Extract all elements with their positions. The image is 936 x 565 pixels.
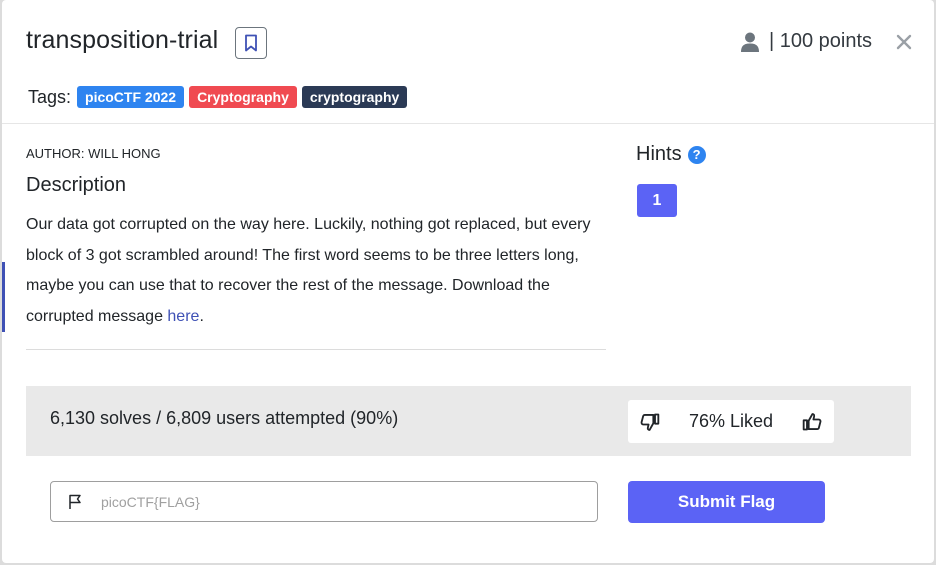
challenge-title: transposition-trial [26,26,219,54]
description-divider [26,349,606,350]
download-link[interactable]: here [167,308,199,325]
description-body: Our data got corrupted on the way here. … [26,216,591,325]
stats-bar: 6,130 solves / 6,809 users attempted (90… [26,386,911,456]
thumbs-up-icon[interactable] [802,412,822,432]
bookmark-button[interactable] [235,27,267,59]
flag-input[interactable] [99,492,583,511]
challenge-modal: transposition-trial | 100 points Tags: p… [2,0,934,563]
submit-flag-button[interactable]: Submit Flag [628,481,825,523]
description-heading: Description [26,174,127,196]
edge-accent [2,262,5,332]
flag-input-wrapper [50,481,598,522]
flag-icon [69,494,81,509]
hints-heading: Hints ? [636,143,706,166]
hint-button-1[interactable]: 1 [637,184,677,217]
thumbs-down-icon[interactable] [640,412,660,432]
like-box: 76% Liked [628,400,834,443]
tag-picoctf-2022[interactable]: picoCTF 2022 [77,86,185,108]
close-icon [896,34,912,50]
bookmark-icon [245,34,257,52]
tag-cryptography[interactable]: cryptography [301,86,408,108]
close-button[interactable] [896,28,912,54]
hints-title: Hints [636,143,682,165]
description-text: Our data got corrupted on the way here. … [26,210,606,332]
tag-cryptography-category[interactable]: Cryptography [189,86,297,108]
description-end: . [199,307,204,325]
header-divider [2,123,934,124]
tags-row: Tags: picoCTF 2022 Cryptography cryptogr… [28,86,412,108]
person-icon [740,32,759,52]
help-icon[interactable]: ? [687,145,706,164]
author-label: AUTHOR: WILL HONG [26,146,161,161]
solves-text: 6,130 solves / 6,809 users attempted (90… [50,408,399,428]
points-display: | 100 points [740,30,872,53]
points-label: | 100 points [768,30,872,52]
tags-label: Tags: [28,86,72,107]
liked-percentage: 76% Liked [688,411,774,431]
